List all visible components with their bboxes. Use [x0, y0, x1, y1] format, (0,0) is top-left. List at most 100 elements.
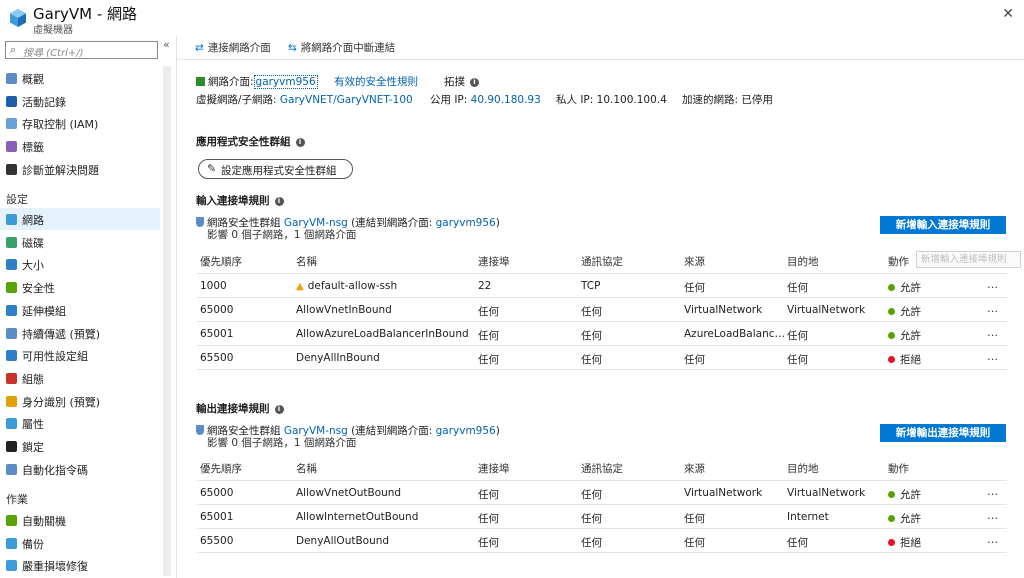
- column-header[interactable]: 動作: [888, 254, 909, 269]
- allow-status-icon: [888, 332, 895, 339]
- operations-section-label: 作業: [6, 493, 28, 506]
- properties-icon: [6, 418, 17, 429]
- edit-icon: ✎: [207, 162, 217, 175]
- sidebar-item[interactable]: 身分識別 (預覽): [0, 390, 160, 412]
- add-inbound-rule-tooltip: 新增輸入連接埠規則: [916, 251, 1021, 268]
- network-interface-link[interactable]: garyvm956: [253, 75, 318, 89]
- effective-security-rules-link[interactable]: 有效的安全性規則: [334, 74, 418, 89]
- column-header[interactable]: 連接埠: [478, 254, 510, 269]
- rule-protocol: 任何: [581, 513, 602, 525]
- rule-action: 允許: [888, 511, 921, 526]
- sidebar-item[interactable]: 大小: [0, 253, 160, 275]
- info-icon: i: [274, 405, 284, 414]
- sidebar-item-label: 活動記錄: [22, 96, 66, 109]
- nsg-attached-suffix: ): [495, 425, 500, 437]
- topology-item[interactable]: 拓撲 i: [444, 74, 479, 89]
- rule-action: 允許: [888, 487, 921, 502]
- column-header[interactable]: 目的地: [787, 254, 819, 269]
- sidebar-item-label: 嚴重損壞修復: [22, 560, 88, 573]
- rule-name[interactable]: AllowVnetInBound: [296, 304, 392, 316]
- column-header[interactable]: 通訊協定: [581, 461, 623, 476]
- table-divider: [197, 369, 1007, 370]
- add-outbound-rule-button[interactable]: 新增輸出連接埠規則: [880, 424, 1006, 442]
- rule-port: 任何: [478, 513, 499, 525]
- configure-asg-button[interactable]: ✎ 設定應用程式安全性群組: [198, 159, 353, 179]
- rule-name[interactable]: ▲ default-allow-ssh: [296, 280, 397, 292]
- more-options-icon[interactable]: …: [987, 509, 999, 522]
- table-divider: [197, 480, 1007, 481]
- column-header[interactable]: 優先順序: [200, 461, 242, 476]
- public-ip-link[interactable]: 40.90.180.93: [471, 94, 541, 106]
- sidebar-item[interactable]: 概觀: [0, 67, 160, 89]
- more-options-icon[interactable]: …: [987, 302, 999, 315]
- inbound-heading: 輸入連接埠規則 i: [196, 193, 284, 208]
- table-divider: [197, 528, 1007, 529]
- rule-name[interactable]: DenyAllInBound: [296, 352, 380, 364]
- rule-name-label: default-allow-ssh: [307, 280, 398, 292]
- sidebar-item[interactable]: 組態: [0, 367, 160, 389]
- sidebar-item[interactable]: 標籤: [0, 135, 160, 157]
- auto-shutdown-icon: [6, 515, 17, 526]
- search-input[interactable]: ⌕ 搜尋 (Ctrl+/): [5, 41, 158, 59]
- detach-icon: ⇆: [288, 42, 297, 54]
- private-ip-row: 私人 IP: 10.100.100.4: [556, 92, 667, 107]
- column-header[interactable]: 來源: [684, 461, 705, 476]
- more-options-icon[interactable]: …: [987, 326, 999, 339]
- collapse-sidebar-icon[interactable]: «: [163, 38, 170, 51]
- rule-name[interactable]: DenyAllOutBound: [296, 535, 389, 547]
- column-header[interactable]: 來源: [684, 254, 705, 269]
- table-divider: [197, 273, 1007, 274]
- sidebar-item[interactable]: 安全性: [0, 276, 160, 298]
- inbound-heading-label: 輸入連接埠規則: [196, 195, 270, 207]
- rule-name[interactable]: AllowVnetOutBound: [296, 487, 401, 499]
- sidebar-item-label: 鎖定: [22, 441, 44, 454]
- diagnose-icon: [6, 164, 17, 175]
- more-options-icon[interactable]: …: [987, 350, 999, 363]
- column-header[interactable]: 目的地: [787, 461, 819, 476]
- accelerated-networking-label: 加速的網路:: [682, 94, 739, 106]
- sidebar-item-label: 自動化指令碼: [22, 464, 88, 477]
- more-options-icon[interactable]: …: [987, 278, 999, 291]
- column-header[interactable]: 動作: [888, 461, 909, 476]
- nsg-attached-nic-link[interactable]: garyvm956: [436, 217, 496, 229]
- sidebar-item-label: 概觀: [22, 73, 44, 86]
- column-header[interactable]: 名稱: [296, 254, 317, 269]
- close-icon[interactable]: ✕: [1002, 6, 1014, 22]
- network-icon: [6, 214, 17, 225]
- sidebar-item[interactable]: 存取控制 (IAM): [0, 112, 160, 134]
- rule-priority: 65000: [200, 304, 234, 316]
- more-options-icon[interactable]: …: [987, 485, 999, 498]
- sidebar-item[interactable]: 診斷並解決問題: [0, 158, 160, 180]
- column-header[interactable]: 名稱: [296, 461, 317, 476]
- sidebar-item[interactable]: 持續傳遞 (預覽): [0, 322, 160, 344]
- detach-network-interface-button[interactable]: ⇆ 將網路介面中斷連結: [288, 40, 395, 55]
- rule-name-label: DenyAllOutBound: [296, 535, 390, 547]
- sidebar-scrollbar[interactable]: [163, 66, 171, 576]
- sidebar-item[interactable]: 嚴重損壞修復: [0, 554, 160, 576]
- column-header[interactable]: 優先順序: [200, 254, 242, 269]
- vnet-subnet-link[interactable]: GaryVNET/GaryVNET-100: [280, 94, 413, 106]
- sidebar-item-label: 延伸模組: [22, 305, 66, 318]
- sidebar-item[interactable]: 活動記錄: [0, 90, 160, 112]
- sidebar-item[interactable]: 備份: [0, 532, 160, 554]
- rule-destination: 任何: [787, 354, 808, 366]
- rule-destination: 任何: [787, 330, 808, 342]
- sidebar-item[interactable]: 磁碟: [0, 231, 160, 253]
- sidebar-item[interactable]: 可用性設定組: [0, 344, 160, 366]
- sidebar-item[interactable]: 自動化指令碼: [0, 458, 160, 480]
- add-inbound-rule-button[interactable]: 新增輸入連接埠規則: [880, 216, 1006, 234]
- more-options-icon[interactable]: …: [987, 533, 999, 546]
- sidebar-item[interactable]: 鎖定: [0, 435, 160, 457]
- column-header[interactable]: 連接埠: [478, 461, 510, 476]
- sidebar-item[interactable]: 屬性: [0, 412, 160, 434]
- sidebar-item[interactable]: 自動關機: [0, 509, 160, 531]
- sidebar-item[interactable]: 網路: [0, 208, 160, 230]
- sidebar-item[interactable]: 延伸模組: [0, 299, 160, 321]
- attach-network-interface-button[interactable]: ⇄ 連接網路介面: [195, 40, 271, 55]
- rule-name[interactable]: AllowAzureLoadBalancerInBound: [296, 328, 469, 340]
- rule-source: AzureLoadBalanc…: [684, 328, 786, 340]
- nsg-attached-nic-link[interactable]: garyvm956: [436, 425, 496, 437]
- rule-name[interactable]: AllowInternetOutBound: [296, 511, 418, 523]
- rule-destination: Internet: [787, 511, 829, 523]
- column-header[interactable]: 通訊協定: [581, 254, 623, 269]
